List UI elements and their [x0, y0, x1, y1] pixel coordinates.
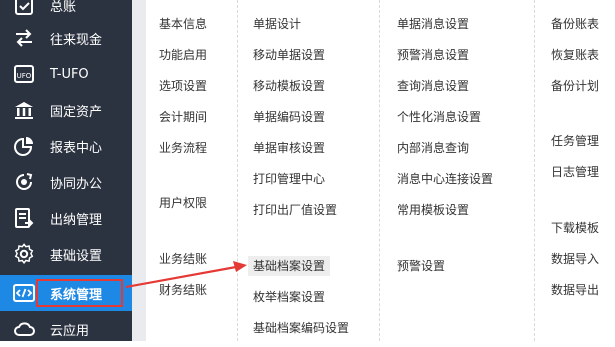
annotation-arrow: [125, 261, 247, 289]
